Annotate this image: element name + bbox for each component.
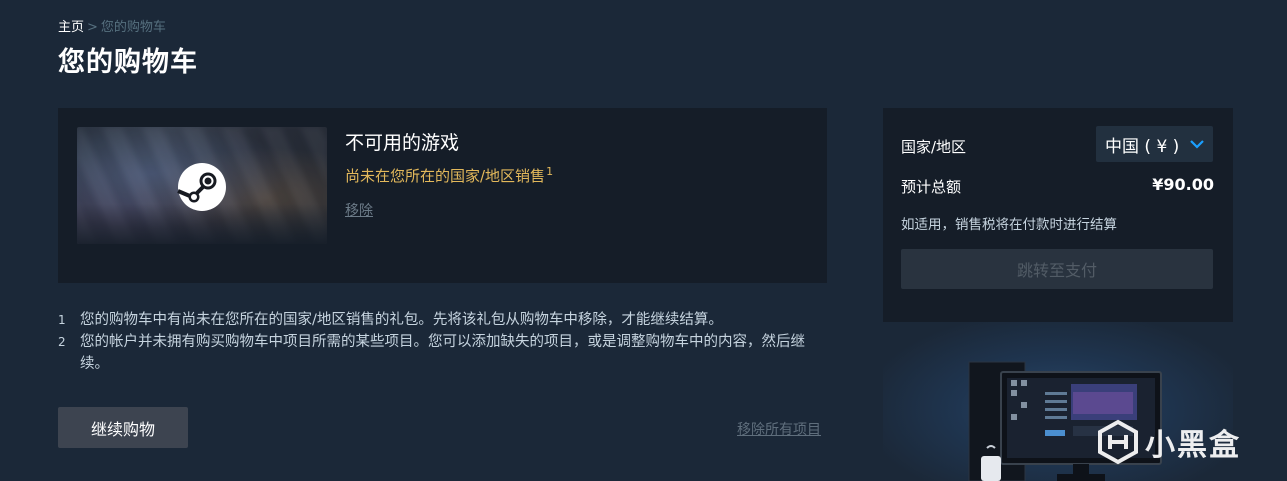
footnote-number: 1 bbox=[58, 313, 66, 327]
continue-shopping-button[interactable]: 继续购物 bbox=[58, 407, 188, 448]
watermark-text: 小黑盒 bbox=[1145, 428, 1241, 463]
estimated-total-value: ¥90.00 bbox=[1152, 175, 1214, 194]
estimated-total-label: 预计总额 bbox=[901, 178, 962, 196]
steam-logo-icon bbox=[177, 163, 226, 211]
footnote-number: 2 bbox=[58, 335, 66, 349]
breadcrumb-current: 您的购物车 bbox=[100, 20, 166, 35]
heybox-watermark: 小黑盒 bbox=[1095, 419, 1241, 465]
item-warning: 尚未在您所在的国家/地区销售1 bbox=[345, 165, 553, 186]
heybox-logo-icon bbox=[1098, 419, 1138, 465]
footnote-text: 您的帐户并未拥有购买购物车中项目所需的某些项目。您可以添加缺失的项目，或是调整购… bbox=[80, 334, 805, 372]
footnote-item: 1 您的购物车中有尚未在您所在的国家/地区销售的礼包。先将该礼包从购物车中移除，… bbox=[58, 309, 838, 331]
chevron-down-icon bbox=[1190, 140, 1204, 149]
region-label: 国家/地区 bbox=[901, 138, 967, 156]
tax-note: 如适用，销售税将在付款时进行结算 bbox=[901, 217, 1117, 233]
footnote-item: 2 您的帐户并未拥有购买购物车中项目所需的某些项目。您可以添加缺失的项目，或是调… bbox=[58, 331, 838, 375]
footnotes-list: 1 您的购物车中有尚未在您所在的国家/地区销售的礼包。先将该礼包从购物车中移除，… bbox=[58, 309, 838, 375]
footnote-text: 您的购物车中有尚未在您所在的国家/地区销售的礼包。先将该礼包从购物车中移除，才能… bbox=[80, 312, 723, 328]
cart-item: 不可用的游戏 尚未在您所在的国家/地区销售1 移除 bbox=[58, 108, 827, 283]
remove-item-link[interactable]: 移除 bbox=[345, 200, 373, 220]
remove-all-items-link[interactable]: 移除所有项目 bbox=[737, 419, 821, 439]
page-title: 您的购物车 bbox=[58, 47, 198, 78]
region-value: 中国 ( ¥ ) bbox=[1105, 136, 1180, 157]
breadcrumb-home-link[interactable]: 主页 bbox=[58, 20, 84, 35]
region-dropdown[interactable]: 中国 ( ¥ ) bbox=[1096, 126, 1213, 162]
breadcrumb-separator: > bbox=[87, 20, 98, 35]
proceed-to-payment-button[interactable]: 跳转至支付 bbox=[901, 249, 1213, 289]
footnote-marker: 1 bbox=[546, 165, 554, 178]
item-warning-text: 尚未在您所在的国家/地区销售 bbox=[345, 167, 546, 185]
item-title: 不可用的游戏 bbox=[345, 132, 460, 154]
order-summary-panel: 国家/地区 中国 ( ¥ ) 预计总额 ¥90.00 如适用，销售税将在付款时进… bbox=[883, 108, 1233, 322]
game-capsule-image bbox=[77, 127, 327, 244]
breadcrumb: 主页 > 您的购物车 bbox=[58, 16, 166, 35]
